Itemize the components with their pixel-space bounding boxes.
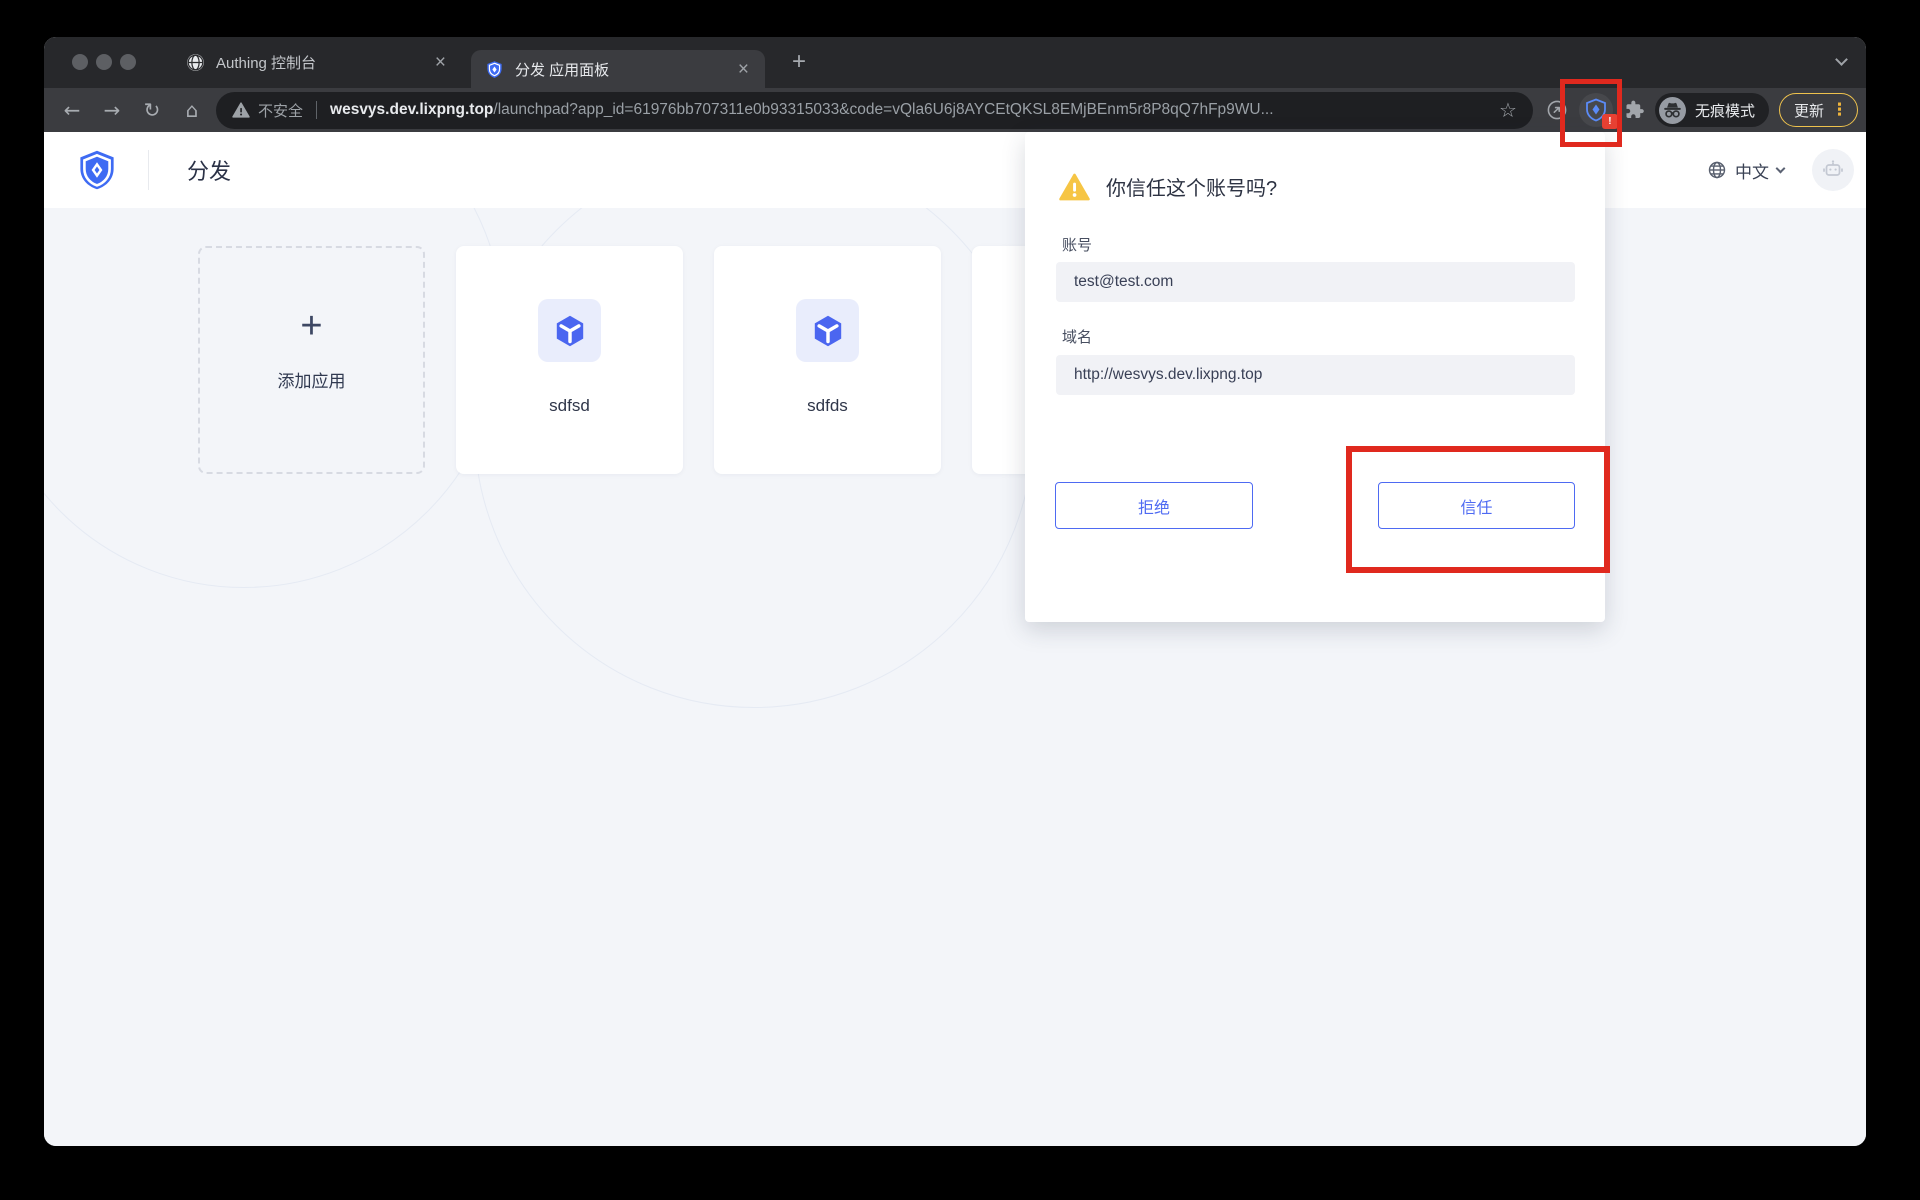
incognito-icon [1659, 97, 1686, 124]
menu-dots-icon[interactable]: ⋮ [1831, 100, 1848, 120]
domain-field[interactable] [1056, 355, 1575, 395]
window-controls [72, 54, 136, 70]
brand-shield-logo [76, 149, 118, 191]
extensions-puzzle-icon[interactable] [1623, 99, 1645, 121]
chevron-down-icon [1776, 164, 1786, 174]
language-selector[interactable]: 中文 [1707, 158, 1784, 183]
incognito-label: 无痕模式 [1695, 100, 1755, 121]
tab-label: 分发 应用面板 [515, 59, 736, 80]
app-cube-icon [538, 299, 601, 362]
extension-alert-badge: ! [1602, 114, 1618, 129]
app-card[interactable]: sdfds [714, 246, 941, 474]
new-tab-button[interactable]: + [786, 47, 812, 77]
update-menu-button[interactable]: 更新 ⋮ [1779, 93, 1858, 127]
language-label: 中文 [1735, 158, 1769, 183]
minimize-window-button[interactable] [96, 54, 112, 70]
warning-triangle-icon [1059, 173, 1090, 201]
tab-launchpad[interactable]: 分发 应用面板 × [471, 50, 765, 88]
reject-button[interactable]: 拒绝 [1055, 482, 1253, 529]
trust-extension-popup: 你信任这个账号吗? 账号 域名 拒绝 信任 [1025, 132, 1605, 622]
url-host[interactable]: wesvys.dev.lixpng.top [330, 101, 493, 119]
close-tab-icon[interactable]: × [433, 53, 448, 72]
globe-favicon-icon [186, 53, 205, 72]
forward-icon[interactable]: → [100, 96, 124, 124]
page-title: 分发 [187, 154, 231, 186]
app-name: sdfds [807, 396, 848, 416]
tab-authing-console[interactable]: Authing 控制台 × [170, 37, 462, 88]
trust-button[interactable]: 信任 [1378, 482, 1575, 529]
back-icon[interactable]: ← [60, 96, 84, 124]
close-tab-icon[interactable]: × [736, 60, 751, 79]
pinned-extension-icon[interactable] [1545, 98, 1569, 122]
url-divider [316, 101, 317, 119]
account-label: 账号 [1062, 234, 1092, 255]
home-icon[interactable]: ⌂ [180, 96, 204, 124]
tab-search-chevron-icon[interactable] [1837, 55, 1846, 64]
bookmark-star-icon[interactable]: ☆ [1487, 98, 1517, 122]
domain-label: 域名 [1062, 326, 1092, 347]
incognito-badge: 无痕模式 [1655, 93, 1769, 127]
close-window-button[interactable] [72, 54, 88, 70]
reload-icon[interactable]: ↻ [140, 96, 164, 124]
tab-label: Authing 控制台 [216, 52, 433, 73]
shield-favicon-icon [485, 60, 504, 79]
browser-toolbar: ← → ↻ ⌂ 不安全 wesvys.dev.lixpng.top /launc… [44, 88, 1866, 132]
robot-avatar-icon [1820, 157, 1846, 183]
zoom-window-button[interactable] [120, 54, 136, 70]
add-app-label: 添加应用 [278, 367, 346, 392]
popup-title: 你信任这个账号吗? [1106, 172, 1277, 201]
browser-window: Authing 控制台 × 分发 应用面板 × + ← → ↻ ⌂ [44, 37, 1866, 1146]
app-name: sdfsd [549, 396, 590, 416]
address-bar[interactable]: 不安全 wesvys.dev.lixpng.top /launchpad?app… [216, 92, 1533, 129]
globe-icon [1707, 160, 1727, 180]
not-secure-label[interactable]: 不安全 [258, 100, 303, 121]
url-path[interactable]: /launchpad?app_id=61976bb707311e0b933150… [493, 101, 1273, 119]
header-divider [148, 150, 149, 190]
tab-strip: Authing 控制台 × 分发 应用面板 × + [44, 37, 1866, 88]
app-cube-icon [796, 299, 859, 362]
not-secure-warning-icon [232, 102, 250, 118]
avatar[interactable] [1812, 149, 1854, 191]
app-card[interactable]: sdfsd [456, 246, 683, 474]
add-app-card[interactable]: + 添加应用 [198, 246, 425, 474]
trust-extension-icon[interactable]: ! [1579, 93, 1613, 127]
update-label: 更新 [1794, 100, 1824, 121]
account-field[interactable] [1056, 262, 1575, 302]
plus-icon: + [300, 307, 322, 345]
